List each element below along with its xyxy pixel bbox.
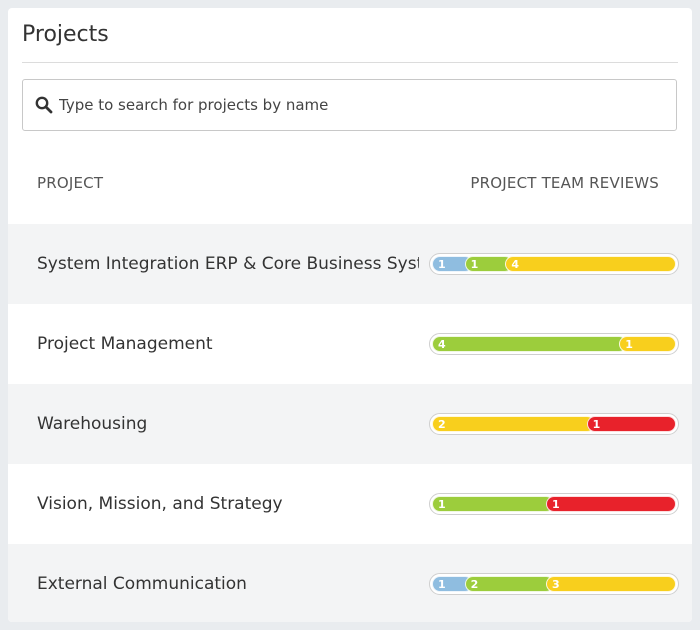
- review-bar[interactable]: 11: [429, 493, 679, 515]
- project-name[interactable]: External Communication: [37, 544, 419, 622]
- project-name[interactable]: System Integration ERP & Core Business S…: [37, 224, 419, 304]
- review-segment-green[interactable]: 2: [464, 576, 554, 592]
- review-segment-yellow[interactable]: 1: [619, 336, 676, 352]
- review-segment-yellow[interactable]: 2: [432, 416, 595, 432]
- review-segment-green[interactable]: 4: [432, 336, 628, 352]
- review-segment-yellow[interactable]: 4: [505, 256, 676, 272]
- review-bar[interactable]: 21: [429, 413, 679, 435]
- project-name[interactable]: Project Management: [37, 304, 419, 384]
- column-header-project[interactable]: PROJECT: [37, 174, 103, 192]
- review-bar[interactable]: 123: [429, 573, 679, 595]
- project-name[interactable]: Warehousing: [37, 384, 419, 464]
- table-row[interactable]: System Integration ERP & Core Business S…: [8, 224, 692, 304]
- review-segment-yellow[interactable]: 3: [546, 576, 676, 592]
- project-list: System Integration ERP & Core Business S…: [8, 224, 692, 622]
- table-row[interactable]: External Communication 123: [8, 544, 692, 622]
- review-segment-red[interactable]: 1: [586, 416, 676, 432]
- search-icon: [35, 96, 53, 114]
- title-divider: [22, 62, 678, 63]
- review-bar[interactable]: 114: [429, 253, 679, 275]
- project-name[interactable]: Vision, Mission, and Strategy: [37, 464, 419, 544]
- table-row[interactable]: Project Management 41: [8, 304, 692, 384]
- review-bar[interactable]: 41: [429, 333, 679, 355]
- review-segment-green[interactable]: 1: [432, 496, 554, 512]
- page-title: Projects: [22, 22, 109, 47]
- search-input[interactable]: [59, 80, 659, 130]
- table-row[interactable]: Warehousing 21: [8, 384, 692, 464]
- table-row[interactable]: Vision, Mission, and Strategy 11: [8, 464, 692, 544]
- search-box[interactable]: [22, 79, 677, 131]
- column-header-reviews[interactable]: PROJECT TEAM REVIEWS: [470, 174, 659, 192]
- projects-card: Projects PROJECT PROJECT TEAM REVIEWS Sy…: [8, 8, 692, 622]
- review-segment-red[interactable]: 1: [546, 496, 676, 512]
